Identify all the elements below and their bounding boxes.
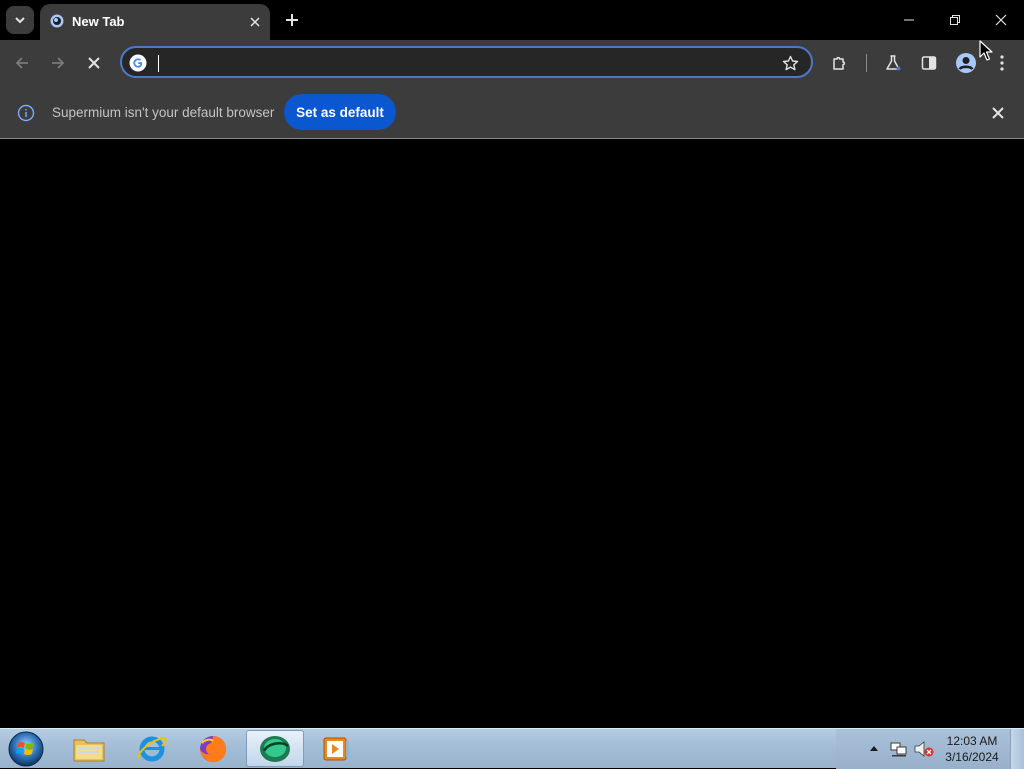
profile-button[interactable] (954, 51, 978, 75)
default-browser-infobar: Supermium isn't your default browser Set… (0, 86, 1024, 139)
minimize-button[interactable] (886, 0, 932, 40)
info-icon (17, 104, 35, 122)
taskbar-file-explorer[interactable] (61, 730, 117, 767)
show-desktop-button[interactable] (1010, 729, 1024, 769)
window-close-button[interactable] (978, 0, 1024, 40)
forward-button[interactable] (46, 51, 70, 75)
folder-icon (73, 739, 105, 761)
bookmark-star-icon (782, 55, 798, 70)
set-as-default-button[interactable]: Set as default (284, 94, 396, 130)
system-clock[interactable]: 12:03 AM 3/16/2024 (940, 733, 1004, 765)
close-icon (995, 14, 1007, 26)
browser-menu-button[interactable] (990, 51, 1014, 75)
media-player-icon (323, 737, 349, 760)
back-arrow-icon (15, 57, 28, 69)
google-g-icon (129, 54, 147, 72)
clock-time: 12:03 AM (946, 734, 998, 748)
windows-start-orb-icon (8, 731, 44, 767)
new-tab-button[interactable] (280, 8, 304, 32)
mouse-cursor-icon (979, 40, 993, 61)
bookmark-button[interactable] (780, 53, 800, 73)
supermium-favicon-icon (50, 14, 64, 28)
taskbar-internet-explorer[interactable] (124, 730, 180, 767)
chevron-down-icon (15, 17, 25, 24)
infobar-message: Supermium isn't your default browser (52, 105, 275, 120)
text-caret (158, 55, 159, 72)
address-input[interactable] (158, 51, 772, 75)
forward-arrow-icon (52, 57, 65, 69)
back-button[interactable] (10, 51, 34, 75)
stop-loading-button[interactable] (82, 51, 106, 75)
restore-icon (950, 15, 960, 25)
clock-date: 3/16/2024 (945, 750, 999, 764)
firefox-icon (200, 735, 227, 762)
close-icon (250, 17, 260, 27)
network-icon[interactable] (890, 741, 908, 757)
taskbar-media-player[interactable] (308, 730, 364, 767)
start-button[interactable] (5, 730, 47, 768)
windows-taskbar: 12:03 AM 3/16/2024 (0, 728, 1024, 769)
extensions-puzzle-icon (833, 56, 846, 70)
internet-explorer-icon (137, 736, 167, 761)
infobar-close-button[interactable] (988, 103, 1008, 123)
tab-title: New Tab (72, 14, 125, 29)
show-hidden-icons-icon[interactable] (869, 744, 879, 752)
toolbar-separator (866, 54, 867, 72)
browser-toolbar (0, 40, 1024, 86)
plus-icon (286, 14, 298, 26)
close-icon (992, 107, 1004, 119)
taskbar-supermium[interactable] (246, 730, 304, 767)
profile-avatar-icon (956, 53, 976, 73)
restore-button[interactable] (932, 0, 978, 40)
side-panel-icon (921, 56, 937, 70)
tab-search-button[interactable] (6, 6, 34, 34)
tab-new-tab[interactable]: New Tab (40, 4, 270, 40)
tab-close-button[interactable] (246, 13, 264, 31)
supermium-app-icon (260, 735, 290, 762)
page-content[interactable] (0, 139, 1024, 728)
minimize-icon (904, 19, 914, 21)
stop-loading-icon (88, 57, 100, 69)
menu-dots-icon (1000, 55, 1004, 71)
labs-flask-icon (886, 55, 901, 71)
extensions-button[interactable] (828, 51, 852, 75)
side-panel-button[interactable] (917, 51, 941, 75)
volume-muted-icon[interactable] (914, 741, 934, 757)
tab-strip: New Tab (0, 0, 1024, 40)
taskbar-firefox[interactable] (185, 730, 241, 767)
labs-button[interactable] (881, 51, 905, 75)
address-bar[interactable] (120, 46, 813, 78)
